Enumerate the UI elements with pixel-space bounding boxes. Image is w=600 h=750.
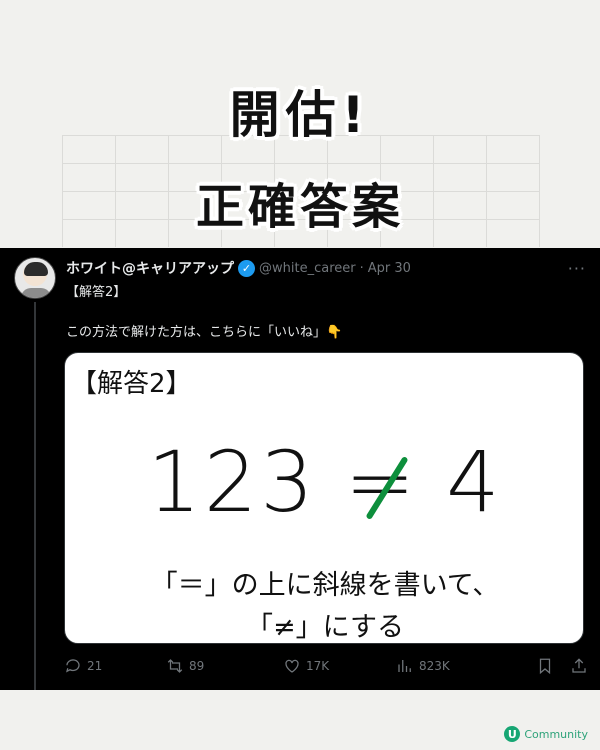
reply-button[interactable]: 21 — [64, 657, 166, 675]
image-caption-1: 「＝」の上に斜線を書いて、 — [150, 570, 500, 601]
bookmark-icon[interactable] — [536, 657, 554, 675]
author-name[interactable]: ホワイト@キャリアアップ — [66, 258, 234, 278]
brand-logo-icon: U — [504, 726, 521, 742]
reply-count: 21 — [87, 659, 103, 673]
retweet-icon — [167, 659, 183, 673]
avatar-hair — [24, 262, 48, 276]
brand-name: Community — [524, 727, 588, 741]
views-button[interactable]: 823K — [396, 657, 506, 675]
share-group — [536, 657, 588, 675]
author-handle[interactable]: @white_career — [259, 261, 356, 276]
brand-watermark: U Community — [504, 726, 588, 742]
equation-left: 123 — [147, 433, 317, 531]
more-options-icon[interactable]: ··· — [568, 259, 586, 278]
share-icon[interactable] — [570, 657, 588, 675]
equals-sign: = — [344, 433, 419, 531]
verified-badge-icon: ✓ — [238, 259, 255, 277]
views-count: 823K — [419, 659, 450, 673]
image-caption-2: 「≠」にする — [246, 612, 404, 643]
reply-icon — [66, 659, 80, 673]
heart-icon — [285, 659, 299, 673]
image-equation: 123 = 4 — [65, 433, 583, 531]
thread-line — [34, 302, 36, 690]
tweet-text-line-1: 【解答2】 — [66, 285, 127, 300]
like-button[interactable]: 17K — [283, 657, 396, 675]
tweet-date[interactable]: Apr 30 — [368, 261, 411, 276]
separator-dot: · — [359, 260, 364, 276]
analytics-icon — [398, 660, 411, 672]
image-label: 【解答2】 — [71, 369, 192, 399]
headline-line-2: 正確答案 — [195, 179, 404, 235]
tweet-card[interactable]: ホワイト@キャリアアップ ✓ @white_career · Apr 30 ··… — [0, 248, 600, 690]
retweet-button[interactable]: 89 — [166, 657, 283, 675]
avatar-body — [21, 288, 51, 298]
retweet-count: 89 — [189, 659, 205, 673]
tweet-image[interactable]: 【解答2】 123 = 4 「＝」の上に斜線を書いて、 「≠」にする — [64, 352, 584, 644]
avatar[interactable] — [14, 257, 56, 299]
like-count: 17K — [306, 659, 330, 673]
headline-line-1: 開估! — [229, 86, 371, 144]
equation-right: 4 — [446, 433, 503, 531]
tweet-text-line-2: この方法で解けた方は、こちらに「いいね」👇 — [66, 325, 343, 340]
tweet-actions: 21 89 17K 823K — [64, 654, 588, 678]
equation-symbol: = — [345, 433, 418, 531]
tweet-header: ホワイト@キャリアアップ ✓ @white_career · Apr 30 ··… — [66, 257, 586, 279]
